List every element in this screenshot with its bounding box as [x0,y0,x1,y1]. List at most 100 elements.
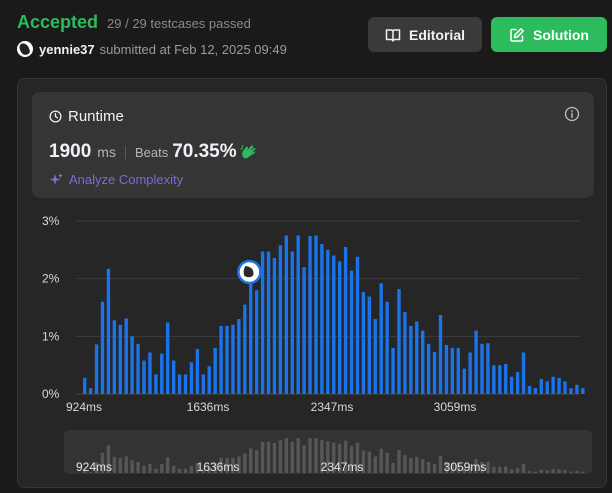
chart-bar[interactable] [249,281,253,394]
chart-bar[interactable] [367,296,372,394]
chart-bar[interactable] [521,352,526,394]
chart-bar[interactable] [332,255,336,394]
chart-bar[interactable] [243,304,247,394]
chart-bar[interactable] [94,344,99,394]
chart-bar[interactable] [480,343,484,394]
range-bar [142,465,146,473]
chart-bar[interactable] [438,314,443,394]
chart-bar[interactable] [468,352,472,394]
chart-bar[interactable] [106,268,111,394]
chart-bar[interactable] [183,374,188,394]
chart-bar[interactable] [385,301,389,394]
chart-bar[interactable] [581,388,585,394]
chart-bar[interactable] [189,362,194,394]
chart-bar[interactable] [177,374,182,394]
range-bar [136,461,140,473]
chart-bar[interactable] [474,330,478,394]
chart-bar[interactable] [426,343,431,394]
range-bar [308,438,312,473]
chart-bar[interactable] [254,290,259,394]
chart-bar[interactable] [278,245,283,394]
chart-bar[interactable] [296,235,300,394]
chart-bar[interactable] [290,251,294,394]
chart-bar[interactable] [456,347,460,394]
chart-bar[interactable] [421,330,425,394]
chart-bar[interactable] [504,364,508,394]
chart-bar[interactable] [154,374,158,394]
chart-bar[interactable] [83,377,87,394]
chart-bar[interactable] [136,343,140,394]
chart-bar[interactable] [314,235,318,394]
chart-bar[interactable] [409,325,413,394]
chart-bar[interactable] [361,291,366,394]
chart-bar[interactable] [124,318,128,394]
runtime-distribution-chart[interactable]: 3% 2% 1% 0% 924ms 1636ms 2347ms 3059ms 924ms 16… [0,0,612,493]
chart-bar[interactable] [355,256,360,394]
chart-bar[interactable] [397,289,401,394]
range-bar [545,470,549,473]
chart-bar[interactable] [557,377,561,394]
chart-bar[interactable] [88,388,93,394]
chart-bar[interactable] [569,388,573,394]
chart-bars[interactable] [83,235,585,394]
chart-bar[interactable] [349,270,354,394]
chart-bar[interactable] [225,325,229,394]
chart-bar[interactable] [432,351,437,394]
range-bar [177,468,182,473]
chart-bar[interactable] [498,365,502,394]
range-bar [569,471,573,473]
chart-bar[interactable] [272,257,277,394]
chart-bar[interactable] [515,372,520,394]
chart-bar[interactable] [533,388,538,394]
chart-bar[interactable] [545,381,549,394]
chart-bar[interactable] [415,321,419,394]
range-bar [148,463,152,473]
range-tick-label: 2347ms [321,460,364,474]
chart-bar[interactable] [213,347,217,394]
range-selector[interactable]: 924ms 1636ms 2347ms 3059ms [64,430,592,474]
chart-bar[interactable] [462,368,466,394]
chart-bar[interactable] [195,349,200,394]
chart-bar[interactable] [403,312,407,394]
chart-bar[interactable] [326,249,330,394]
chart-bar[interactable] [160,353,164,394]
range-bar [189,466,194,473]
chart-bar[interactable] [148,352,152,394]
chart-bar[interactable] [231,324,235,394]
chart-bar[interactable] [320,244,324,394]
chart-bar[interactable] [486,343,490,394]
chart-bar[interactable] [509,376,514,394]
chart-bar[interactable] [527,385,532,394]
chart-bar[interactable] [142,360,146,394]
chart-bar[interactable] [237,319,241,394]
chart-bar[interactable] [391,347,395,394]
chart-bar[interactable] [492,365,496,394]
chart-bar[interactable] [284,235,289,394]
range-bar [243,453,247,473]
chart-bar[interactable] [266,251,271,394]
chart-bar[interactable] [112,320,117,394]
chart-bar[interactable] [166,322,170,394]
your-runtime-marker[interactable] [237,259,262,285]
chart-bar[interactable] [343,246,348,394]
chart-bar[interactable] [308,235,312,394]
chart-bar[interactable] [539,379,544,394]
chart-bar[interactable] [100,301,105,394]
chart-bar[interactable] [337,261,342,394]
range-bar [385,452,389,473]
chart-bar[interactable] [219,325,223,394]
chart-bar[interactable] [563,381,567,394]
chart-bar[interactable] [551,376,555,394]
chart-bar[interactable] [373,319,377,394]
chart-bar[interactable] [207,366,211,394]
chart-bar[interactable] [130,336,134,394]
chart-bar[interactable] [575,384,579,394]
chart-bar[interactable] [379,283,383,394]
chart-bar[interactable] [302,267,306,394]
x-tick-label: 924ms [66,400,102,414]
chart-bar[interactable] [171,360,176,394]
chart-bar[interactable] [444,344,449,394]
chart-bar[interactable] [450,347,455,394]
chart-bar[interactable] [201,374,205,394]
chart-bar[interactable] [118,324,122,394]
